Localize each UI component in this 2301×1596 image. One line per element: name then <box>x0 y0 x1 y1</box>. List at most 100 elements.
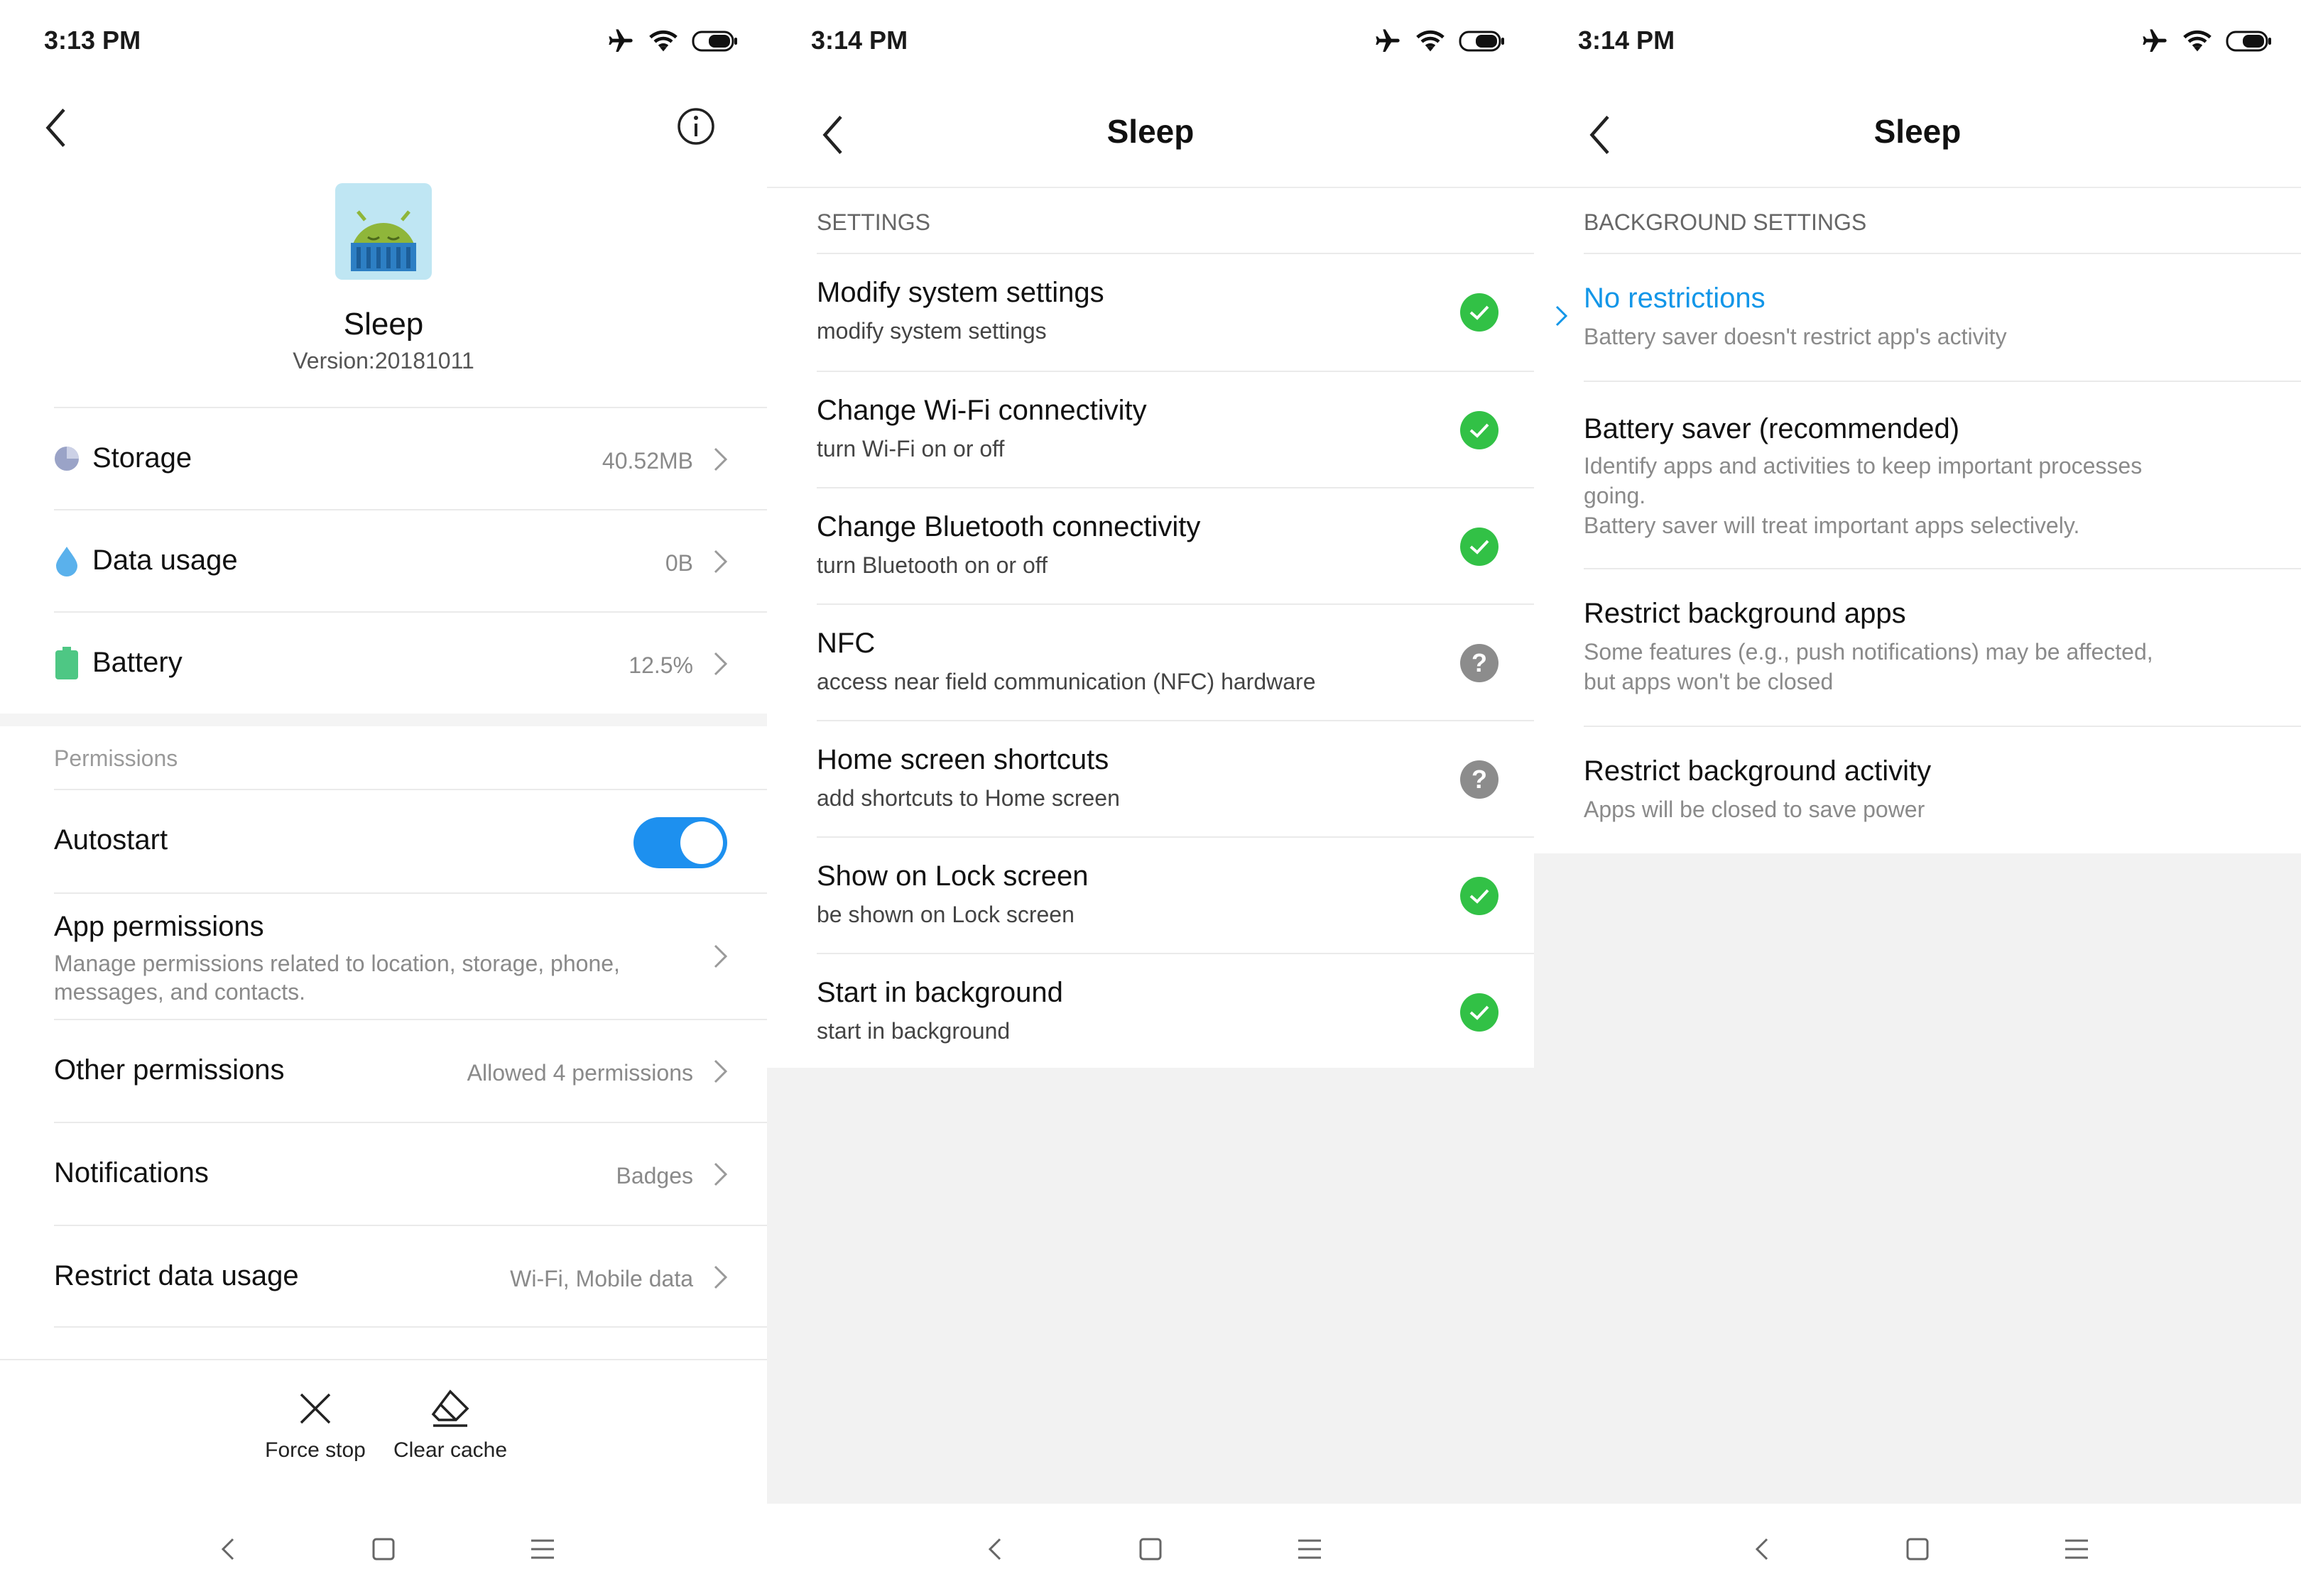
nav-bar <box>0 1504 767 1596</box>
app-permissions-label: App permissions <box>54 911 264 942</box>
option-description: but apps won't be closed <box>1584 669 1834 694</box>
clear-cache-button[interactable]: Clear cache <box>386 1389 514 1463</box>
screenshot-triptych: 3:13 PM Sleep Version:20181011 Storage 4… <box>0 0 2301 1596</box>
battery-status-icon <box>692 31 737 52</box>
nav-menu-icon[interactable] <box>2060 1532 2094 1566</box>
nav-back-icon[interactable] <box>212 1532 246 1566</box>
allowed-check-icon[interactable] <box>1460 993 1498 1032</box>
wifi-icon <box>649 30 678 52</box>
status-icons <box>606 26 739 57</box>
permission-description: start in background <box>817 1018 1011 1044</box>
battery-label: Battery <box>92 647 183 678</box>
permission-item-change-bluetooth[interactable]: Change Bluetooth connectivity turn Bluet… <box>767 488 1534 605</box>
nav-home-icon[interactable] <box>366 1532 401 1566</box>
ask-question-icon[interactable]: ? <box>1460 644 1498 682</box>
status-bar: 3:14 PM <box>1534 0 2301 84</box>
option-title: Restrict background apps <box>1584 598 1906 629</box>
permission-title: NFC <box>817 628 876 659</box>
permission-title: Change Wi-Fi connectivity <box>817 395 1147 426</box>
allowed-check-icon[interactable] <box>1460 877 1498 915</box>
background-settings-panel: 3:14 PM Sleep BACKGROUND SETTINGS No res… <box>1534 0 2301 1596</box>
data-usage-row[interactable]: Data usage 0B <box>0 510 767 611</box>
notifications-label: Notifications <box>54 1157 209 1188</box>
option-title: No restrictions <box>1584 283 1766 314</box>
app-icon <box>335 183 432 280</box>
permission-item-nfc[interactable]: NFC access near field communication (NFC… <box>767 605 1534 721</box>
chevron-right-icon <box>714 1265 728 1289</box>
restrict-data-row[interactable]: Restrict data usage Wi-Fi, Mobile data <box>0 1226 767 1328</box>
allowed-check-icon[interactable] <box>1460 411 1498 449</box>
settings-section-header: SETTINGS <box>817 209 931 235</box>
nav-menu-icon[interactable] <box>526 1532 560 1566</box>
permission-title: Show on Lock screen <box>817 860 1089 892</box>
permissions-header: Permissions <box>54 745 178 771</box>
battery-status-icon <box>2226 31 2271 52</box>
data-usage-label: Data usage <box>92 545 238 576</box>
storage-label: Storage <box>92 442 192 474</box>
battery-row[interactable]: Battery 12.5% <box>0 613 767 714</box>
permission-item-home-shortcuts[interactable]: Home screen shortcuts add shortcuts to H… <box>767 721 1534 838</box>
nav-menu-icon[interactable] <box>1293 1532 1327 1566</box>
notifications-value: Badges <box>616 1163 693 1188</box>
nav-back-icon[interactable] <box>979 1532 1013 1566</box>
other-permissions-value: Allowed 4 permissions <box>467 1060 693 1086</box>
restrict-data-value: Wi-Fi, Mobile data <box>510 1266 693 1291</box>
permission-description: turn Wi-Fi on or off <box>817 436 1005 461</box>
page-title: Sleep <box>1106 113 1195 150</box>
app-name: Sleep <box>343 307 424 341</box>
divider <box>767 187 1534 188</box>
option-title: Battery saver (recommended) <box>1584 413 1960 444</box>
storage-row[interactable]: Storage 40.52MB <box>0 408 767 509</box>
nav-bar <box>1534 1504 2301 1596</box>
nav-bar <box>767 1504 1534 1596</box>
allowed-check-icon[interactable] <box>1460 293 1498 332</box>
empty-area <box>767 1068 1534 1504</box>
wifi-icon <box>2183 30 2212 52</box>
permission-title: Change Bluetooth connectivity <box>817 511 1201 542</box>
airplane-icon <box>2143 29 2167 52</box>
app-version: Version:20181011 <box>293 348 474 373</box>
nav-back-icon[interactable] <box>1746 1532 1780 1566</box>
permission-title: Modify system settings <box>817 277 1104 308</box>
other-permissions-row[interactable]: Other permissions Allowed 4 permissions <box>0 1020 767 1122</box>
status-icons <box>1373 26 1506 57</box>
wifi-icon <box>1416 30 1445 52</box>
back-arrow-icon[interactable] <box>40 106 71 149</box>
section-gap <box>0 714 767 726</box>
battery-icon <box>55 647 78 679</box>
allowed-check-icon[interactable] <box>1460 528 1498 566</box>
autostart-toggle[interactable] <box>633 817 727 868</box>
autostart-row[interactable]: Autostart <box>0 790 767 892</box>
chevron-right-icon <box>714 550 728 574</box>
option-description: going. <box>1584 483 1646 508</box>
ask-question-icon[interactable]: ? <box>1460 760 1498 799</box>
permission-item-modify-system-settings[interactable]: Modify system settings modify system set… <box>767 254 1534 371</box>
permission-item-lock-screen[interactable]: Show on Lock screen be shown on Lock scr… <box>767 838 1534 954</box>
airplane-icon <box>609 29 633 52</box>
option-no-restrictions[interactable]: No restrictions Battery saver doesn't re… <box>1534 254 2301 381</box>
divider <box>1534 187 2301 188</box>
chevron-right-icon <box>714 652 728 676</box>
toggle-knob <box>680 821 723 864</box>
app-permissions-row[interactable]: App permissions Manage permissions relat… <box>0 894 767 1019</box>
permission-description: modify system settings <box>817 318 1047 344</box>
permission-item-change-wifi[interactable]: Change Wi-Fi connectivity turn Wi-Fi on … <box>767 372 1534 488</box>
status-time: 3:14 PM <box>1578 26 1675 55</box>
status-bar: 3:14 PM <box>767 0 1534 84</box>
empty-area <box>1534 853 2301 1504</box>
permission-item-start-background[interactable]: Start in background start in background <box>767 954 1534 1068</box>
background-settings-header: BACKGROUND SETTINGS <box>1584 209 1867 235</box>
notifications-row[interactable]: Notifications Badges <box>0 1123 767 1225</box>
battery-status-icon <box>1459 31 1504 52</box>
option-battery-saver[interactable]: Battery saver (recommended) Identify app… <box>1534 382 2301 569</box>
info-icon[interactable] <box>676 106 716 146</box>
clear-cache-label: Clear cache <box>393 1438 508 1462</box>
battery-value: 12.5% <box>629 652 693 678</box>
nav-home-icon[interactable] <box>1900 1532 1935 1566</box>
other-permissions-label: Other permissions <box>54 1054 285 1086</box>
other-permissions-panel: 3:14 PM Sleep SETTINGS Modify system set… <box>767 0 1534 1596</box>
option-restrict-background-apps[interactable]: Restrict background apps Some features (… <box>1534 569 2301 726</box>
nav-home-icon[interactable] <box>1133 1532 1168 1566</box>
force-stop-button[interactable]: Force stop <box>251 1389 379 1463</box>
option-restrict-background-activity[interactable]: Restrict background activity Apps will b… <box>1534 727 2301 853</box>
